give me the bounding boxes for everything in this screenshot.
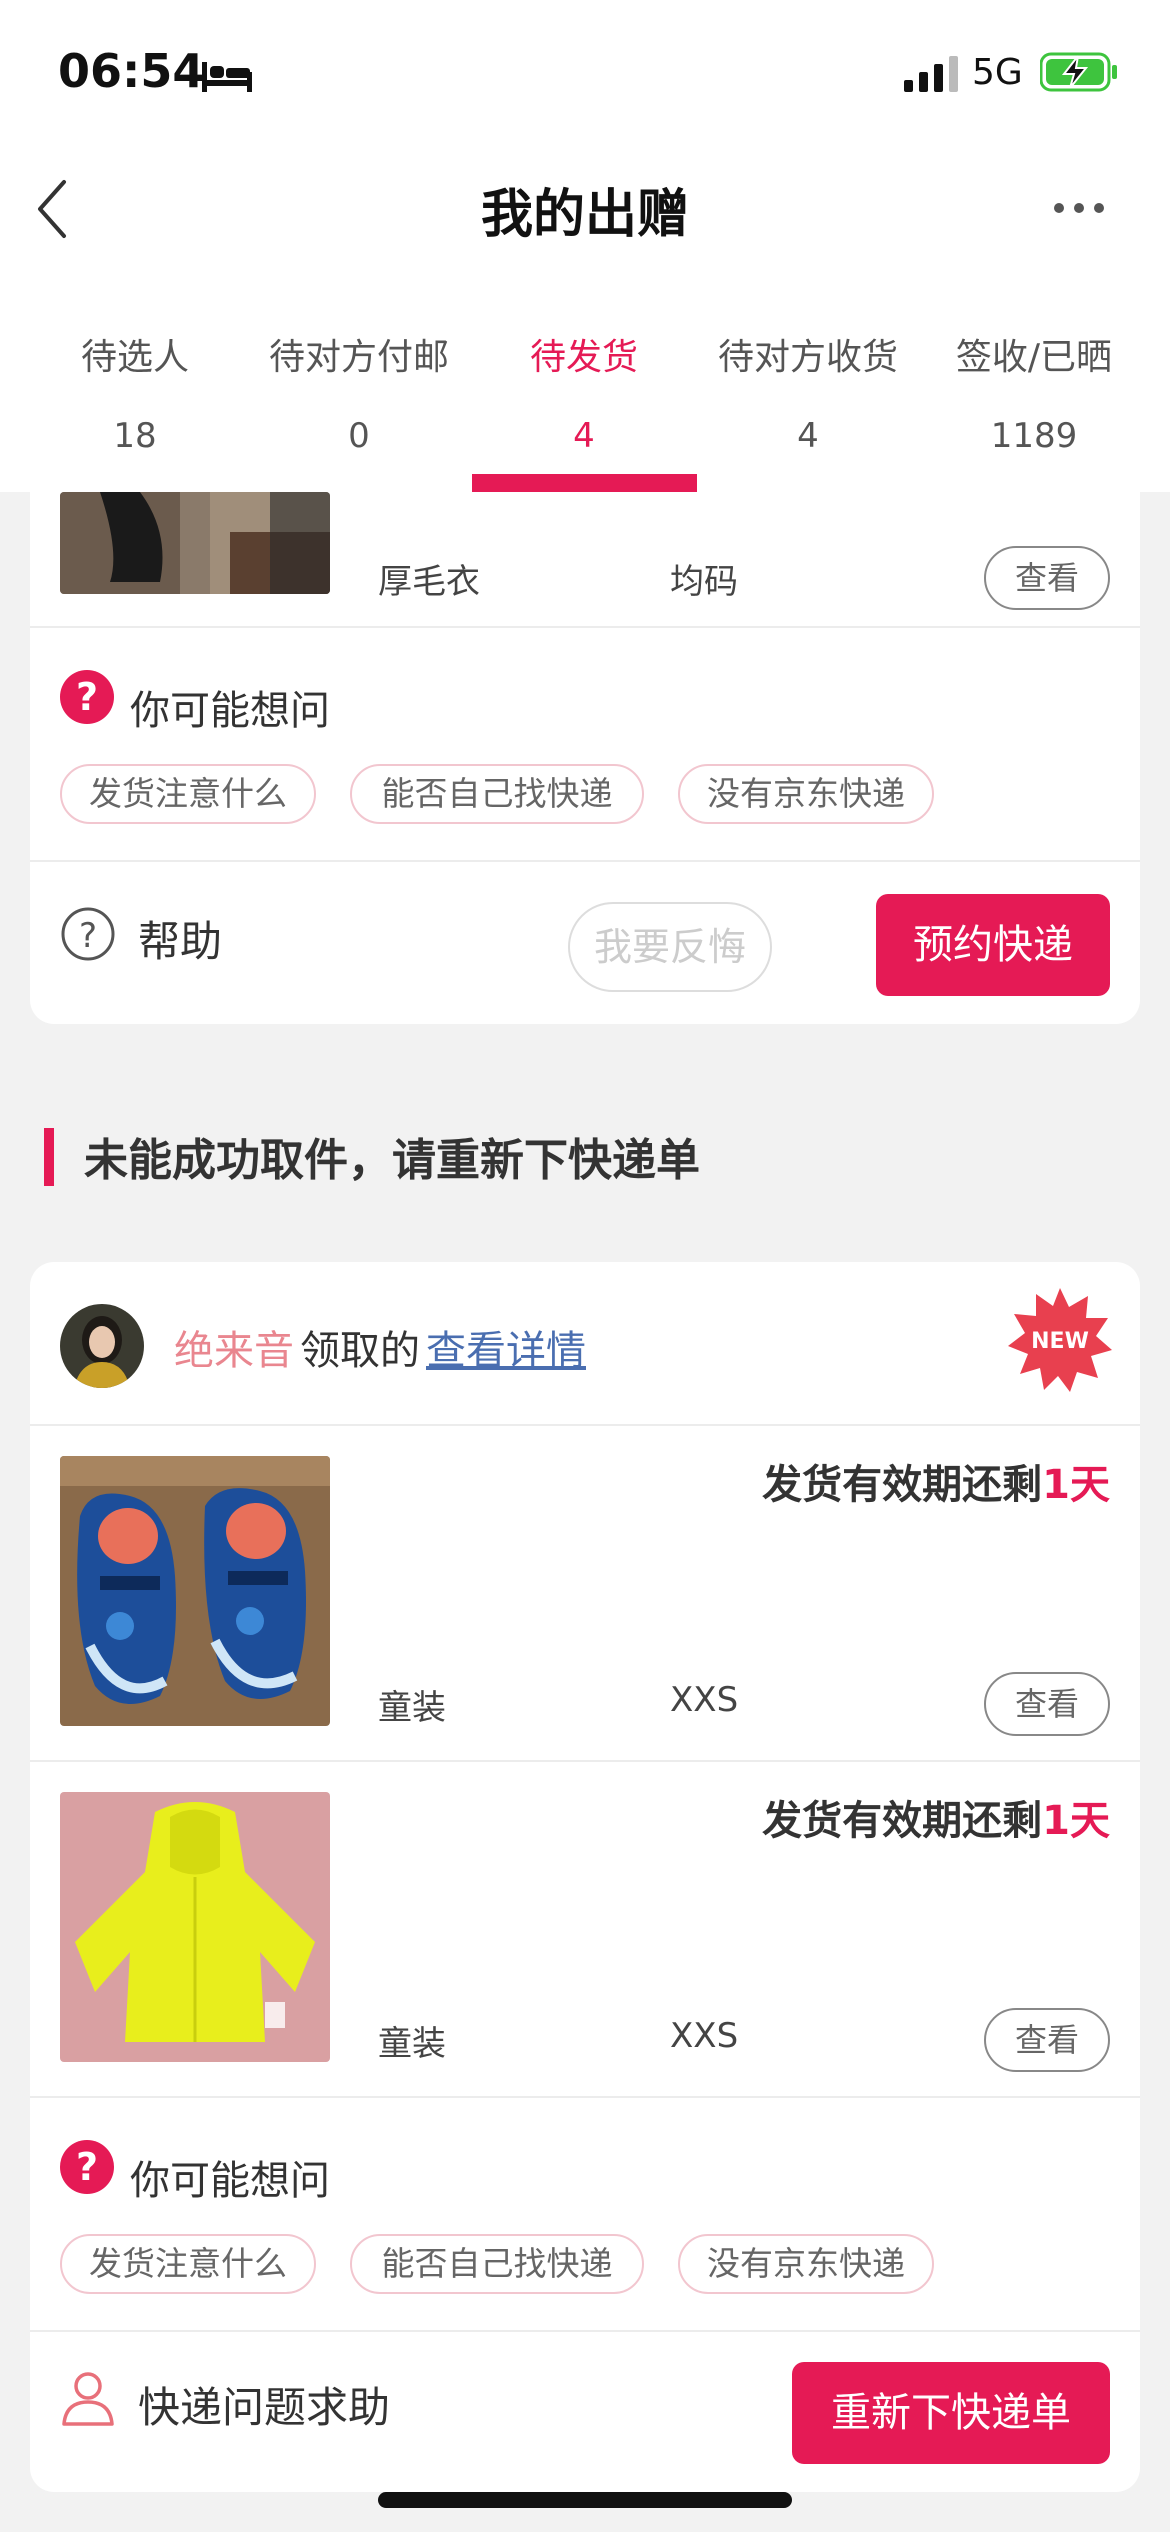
item-photo-jacket[interactable] (60, 1792, 330, 2062)
faq-chip-own-courier[interactable]: 能否自己找快递 (350, 2234, 644, 2294)
tab-label: 待对方付邮 (268, 337, 449, 378)
item-row: 厚毛衣 均码 查看 (30, 492, 1140, 628)
item-size: XXS (670, 2016, 739, 2056)
item-size: XXS (670, 1680, 739, 1720)
item-size: 均码 (670, 562, 738, 602)
shipping-deadline: 发货有效期还剩1天 (762, 1452, 1110, 1510)
reorder-courier-button[interactable]: 重新下快递单 (792, 2362, 1110, 2464)
claim-line: 绝来音 领取的 查看详情 (174, 1318, 586, 1376)
more-options-icon[interactable] (1052, 200, 1106, 216)
tab-label: 待对方收货 (717, 337, 898, 378)
divider (30, 860, 1140, 862)
page-title: 我的出赠 (480, 185, 689, 245)
cellular-signal-icon (904, 56, 958, 92)
view-details-link[interactable]: 查看详情 (426, 1328, 586, 1374)
help-circle-icon[interactable]: ? (60, 906, 116, 962)
section-title: 未能成功取件，请重新下快递单 (84, 1135, 700, 1186)
deadline-prefix: 发货有效期还剩 (762, 1462, 1043, 1508)
tab-label: 待发货 (529, 337, 638, 378)
gift-card: 厚毛衣 均码 查看 ? 你可能想问 发货注意什么 能否自己找快递 没有京东快递 … (30, 492, 1140, 1024)
view-button[interactable]: 查看 (984, 1672, 1110, 1736)
item-photo-sweater[interactable] (60, 492, 330, 594)
item-name: 童装 (378, 1688, 446, 1728)
divider (30, 2330, 1140, 2332)
sleep-focus-icon (202, 62, 252, 92)
battery-charging-icon (1040, 52, 1117, 92)
view-button[interactable]: 查看 (984, 2008, 1110, 2072)
status-time: 06:54 (58, 44, 205, 98)
faq-chip-no-jd-express[interactable]: 没有京东快递 (678, 764, 934, 824)
deadline-prefix: 发货有效期还剩 (762, 1798, 1043, 1844)
item-row: 发货有效期还剩1天 童装 XXS 查看 (30, 1426, 1140, 1760)
faq-title: 你可能想问 (130, 688, 330, 734)
tab-pending-receipt[interactable]: 待对方收货 4 (696, 270, 920, 492)
svg-text:?: ? (76, 2145, 98, 2189)
faq-chip-shipping-notes[interactable]: 发货注意什么 (60, 2234, 316, 2294)
claimer-name[interactable]: 绝来音 (174, 1328, 294, 1374)
svg-text:?: ? (79, 916, 97, 956)
svg-text:?: ? (76, 675, 98, 719)
tab-label: 待选人 (80, 337, 189, 378)
item-name: 厚毛衣 (378, 562, 480, 602)
avatar[interactable] (60, 1304, 144, 1388)
gift-card-failed-pickup: 绝来音 领取的 查看详情 NEW 发货有效期还剩1天 童装 XXS 查看 发货有… (30, 1262, 1140, 2492)
tab-count: 0 (348, 416, 370, 456)
question-mark-icon: ? (60, 2140, 114, 2194)
claim-text: 领取的 (300, 1328, 420, 1374)
tab-count: 1189 (990, 416, 1078, 456)
item-photo-shoes[interactable] (60, 1456, 330, 1726)
status-tabs: 待选人 18 待对方付邮 0 待发货 4 待对方收货 4 签收/已晒 1189 (0, 270, 1170, 492)
deadline-value: 1天 (1042, 1798, 1110, 1844)
new-badge: NEW (1008, 1288, 1112, 1392)
nav-bar: 我的出赠 (0, 150, 1170, 270)
help-label[interactable]: 帮助 (138, 908, 222, 969)
regret-button[interactable]: 我要反悔 (568, 902, 772, 992)
tab-pending-shipment[interactable]: 待发货 4 (472, 270, 696, 492)
faq-chip-no-jd-express[interactable]: 没有京东快递 (678, 2234, 934, 2294)
item-row: 发货有效期还剩1天 童装 XXS 查看 (30, 1762, 1140, 2096)
courier-help-label[interactable]: 快递问题求助 (138, 2374, 390, 2435)
shipping-deadline: 发货有效期还剩1天 (762, 1788, 1110, 1846)
tab-count: 4 (797, 416, 819, 456)
view-button[interactable]: 查看 (984, 546, 1110, 610)
tab-label: 签收/已晒 (955, 337, 1113, 378)
book-courier-button[interactable]: 预约快递 (876, 894, 1110, 996)
network-type: 5G (972, 52, 1023, 93)
faq-title: 你可能想问 (130, 2158, 330, 2204)
section-accent-bar (44, 1128, 54, 1186)
tab-pending-postage[interactable]: 待对方付邮 0 (247, 270, 471, 492)
status-bar: 06:54 5G (0, 0, 1170, 150)
active-tab-indicator (472, 474, 697, 492)
question-mark-icon: ? (60, 670, 114, 724)
divider (30, 626, 1140, 628)
deadline-value: 1天 (1042, 1462, 1110, 1508)
tab-count: 4 (573, 416, 595, 456)
new-badge-text: NEW (1031, 1329, 1089, 1354)
faq-chip-own-courier[interactable]: 能否自己找快递 (350, 764, 644, 824)
faq-chip-shipping-notes[interactable]: 发货注意什么 (60, 764, 316, 824)
divider (30, 2096, 1140, 2098)
tab-pending-selection[interactable]: 待选人 18 (23, 270, 247, 492)
item-name: 童装 (378, 2024, 446, 2064)
tab-signed-shared[interactable]: 签收/已晒 1189 (922, 270, 1146, 492)
home-indicator[interactable] (378, 2492, 792, 2508)
tab-count: 18 (113, 416, 157, 456)
user-support-icon[interactable] (60, 2370, 116, 2426)
